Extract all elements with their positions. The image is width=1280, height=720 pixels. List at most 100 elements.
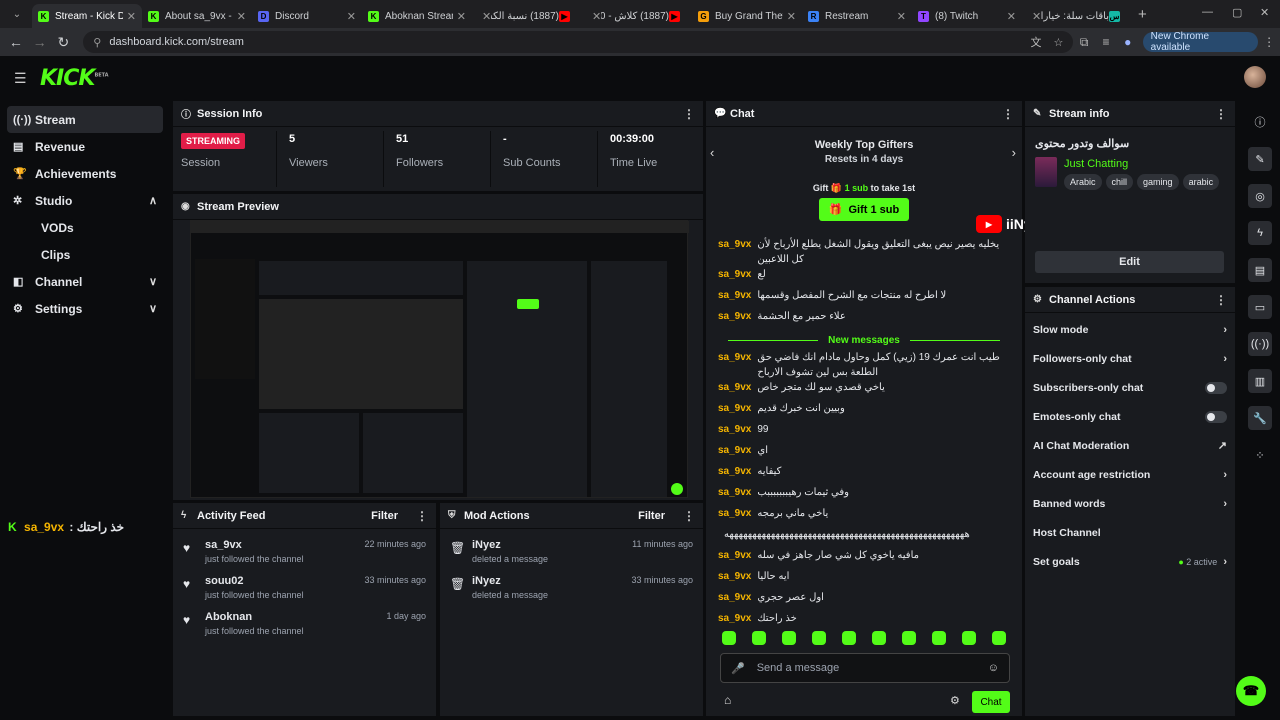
item-name[interactable]: souu02: [205, 575, 304, 587]
chat-username[interactable]: sa_9vx: [718, 267, 751, 282]
support-chat-icon[interactable]: ☎: [1236, 676, 1266, 706]
notes-rail-icon[interactable]: ▤: [1248, 258, 1272, 282]
sidebar-item-achievements[interactable]: 🏆 Achievements: [7, 160, 163, 187]
stream-tag[interactable]: gaming: [1137, 174, 1179, 190]
extensions-icon[interactable]: ⧉: [1073, 35, 1095, 50]
sidebar-item-settings[interactable]: ⚙ Settings ∨: [7, 295, 163, 322]
chevron-right-icon[interactable]: ›: [1223, 324, 1227, 336]
sidebar-item-channel[interactable]: ◧ Channel ∨: [7, 268, 163, 295]
sidebar-item-vods[interactable]: VODs: [7, 214, 163, 241]
browser-tab[interactable]: ▶(1887) كلاش - 100✕: [582, 4, 692, 28]
sidebar-item-stream[interactable]: ((·)) Stream: [7, 106, 163, 133]
browser-tab[interactable]: سباقات سلة: خيارات✕: [1022, 4, 1132, 28]
chat-username[interactable]: sa_9vx: [718, 485, 751, 500]
chat-rail-icon[interactable]: ▭: [1248, 295, 1272, 319]
tab-close-icon[interactable]: ✕: [457, 10, 466, 23]
browser-tab[interactable]: D Discord ✕: [252, 4, 362, 28]
media-icon[interactable]: ≡: [1095, 35, 1117, 49]
tab-search-chevron-icon[interactable]: ⌄: [4, 4, 30, 24]
activity-menu-icon[interactable]: ⋮: [416, 509, 428, 523]
stream-preview-video[interactable]: [190, 220, 689, 498]
chat-username[interactable]: sa_9vx: [718, 422, 751, 437]
emoji-icon[interactable]: ☺: [988, 662, 999, 674]
tab-close-icon[interactable]: ✕: [482, 10, 491, 23]
toggle-switch[interactable]: [1205, 381, 1227, 394]
tab-close-icon[interactable]: ✕: [1032, 10, 1041, 23]
chevron-up-icon[interactable]: ∧: [149, 194, 157, 207]
channel-action-host-channel[interactable]: Host Channel: [1025, 518, 1235, 547]
chat-username[interactable]: sa_9vx: [718, 401, 751, 416]
sidebar-item-revenue[interactable]: ▤ Revenue: [7, 133, 163, 160]
stream-tag[interactable]: arabic: [1182, 174, 1220, 190]
mod-menu-icon[interactable]: ⋮: [683, 509, 695, 523]
stream-tag[interactable]: Arabic: [1064, 174, 1102, 190]
tab-close-icon[interactable]: ✕: [127, 10, 136, 23]
profile-icon[interactable]: ●: [1117, 35, 1139, 49]
channel-action-set-goals[interactable]: Set goals ● 2 active ›: [1025, 547, 1235, 576]
channel-action-followers-only-chat[interactable]: Followers-only chat ›: [1025, 344, 1235, 373]
chat-settings-icon[interactable]: ⚙: [950, 694, 960, 707]
activity-filter-button[interactable]: Filter: [371, 510, 398, 522]
chat-username[interactable]: sa_9vx: [718, 548, 751, 563]
stream-tag[interactable]: chill: [1105, 174, 1134, 190]
emote-icon[interactable]: [752, 631, 766, 645]
minimize-icon[interactable]: —: [1202, 6, 1213, 18]
user-avatar[interactable]: [1244, 66, 1266, 88]
channel-action-ai-chat-moderation[interactable]: AI Chat Moderation ↗: [1025, 431, 1235, 460]
tab-close-icon[interactable]: ✕: [347, 10, 356, 23]
site-info-icon[interactable]: ⚲: [93, 36, 101, 49]
chevron-right-icon[interactable]: ›: [1223, 353, 1227, 365]
chat-username[interactable]: sa_9vx: [718, 590, 751, 605]
gift-store-icon[interactable]: ⌂: [724, 693, 731, 707]
chat-input[interactable]: 🎤 Send a message ☺: [720, 653, 1010, 683]
edit-stream-info-button[interactable]: Edit: [1035, 251, 1224, 273]
close-window-icon[interactable]: ✕: [1260, 6, 1269, 19]
chat-username[interactable]: sa_9vx: [718, 443, 751, 458]
translate-icon[interactable]: 文: [1030, 34, 1041, 50]
external-link-icon[interactable]: ↗: [1218, 439, 1227, 452]
item-name[interactable]: Aboknan: [205, 611, 304, 623]
gift-sub-button[interactable]: 🎁 Gift 1 sub: [818, 198, 910, 221]
target-rail-icon[interactable]: ◎: [1248, 184, 1272, 208]
gifters-prev-icon[interactable]: ‹: [710, 145, 714, 160]
hamburger-menu-icon[interactable]: ☰: [14, 70, 30, 87]
chat-username[interactable]: sa_9vx: [718, 464, 751, 479]
chat-username[interactable]: sa_9vx: [718, 506, 751, 521]
bookmark-star-icon[interactable]: ☆: [1053, 36, 1063, 49]
channel-action-slow-mode[interactable]: Slow mode ›: [1025, 315, 1235, 344]
lightning-rail-icon[interactable]: ϟ: [1248, 221, 1272, 245]
toggle-switch[interactable]: [1205, 410, 1227, 423]
new-tab-button[interactable]: +: [1138, 6, 1147, 23]
reload-icon[interactable]: ↻: [52, 34, 76, 51]
chevron-down-icon[interactable]: ∨: [149, 302, 157, 315]
forward-icon[interactable]: →: [28, 34, 52, 50]
tab-close-icon[interactable]: ✕: [787, 10, 796, 23]
browser-tab[interactable]: G Buy Grand Theft Auto ✕: [692, 4, 802, 28]
chevron-right-icon[interactable]: ›: [1223, 556, 1227, 568]
item-name[interactable]: iNyez: [472, 539, 548, 551]
emote-icon[interactable]: [782, 631, 796, 645]
channel-action-banned-words[interactable]: Banned words ›: [1025, 489, 1235, 518]
emote-icon[interactable]: [842, 631, 856, 645]
channel-action-account-age-restriction[interactable]: Account age restriction ›: [1025, 460, 1235, 489]
browser-tab[interactable]: K Aboknan Stream ✕: [362, 4, 472, 28]
browser-tab[interactable]: K About sa_9vx - Watch ✕: [142, 4, 252, 28]
browser-tab[interactable]: T (8) Twitch ✕: [912, 4, 1022, 28]
browser-tab[interactable]: K Stream - Kick Dashboard ✕: [32, 4, 142, 28]
kick-logo[interactable]: KICKBETA: [40, 66, 109, 91]
emote-icon[interactable]: [722, 631, 736, 645]
info-rail-icon[interactable]: ⓘ: [1248, 110, 1272, 134]
item-name[interactable]: iNyez: [472, 575, 548, 587]
tab-close-icon[interactable]: ✕: [897, 10, 906, 23]
new-chrome-available-button[interactable]: New Chrome available: [1142, 31, 1259, 53]
category-name[interactable]: Just Chatting: [1064, 158, 1128, 170]
chat-username[interactable]: sa_9vx: [718, 309, 751, 324]
chat-username[interactable]: sa_9vx: [718, 350, 751, 365]
browser-menu-icon[interactable]: ⋮: [1258, 35, 1280, 49]
url-bar[interactable]: ⚲ dashboard.kick.com/stream 文 ☆: [83, 31, 1074, 53]
emote-icon[interactable]: [992, 631, 1006, 645]
chat-username[interactable]: sa_9vx: [718, 288, 751, 303]
back-icon[interactable]: ←: [4, 34, 28, 50]
gifters-next-icon[interactable]: ›: [1012, 145, 1016, 160]
mod-filter-button[interactable]: Filter: [638, 510, 665, 522]
